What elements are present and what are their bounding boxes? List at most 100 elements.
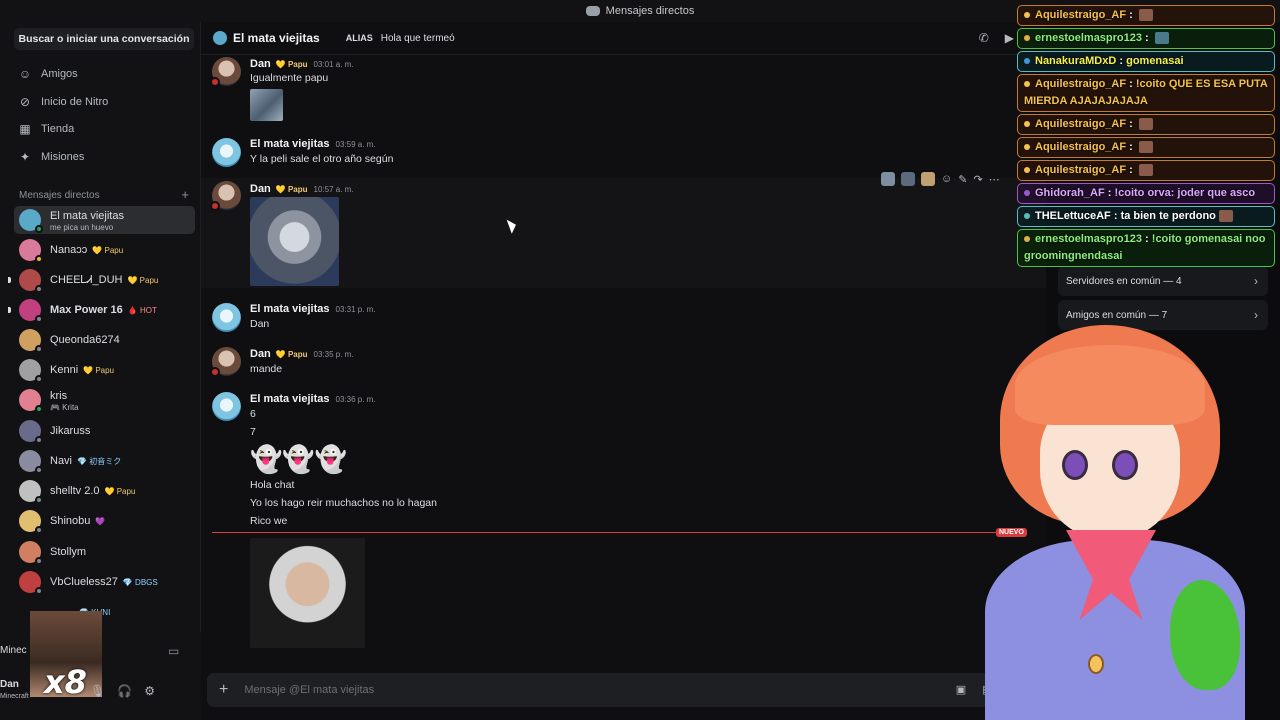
dm-badge: 💛 Papu bbox=[83, 365, 115, 375]
message-avatar[interactable] bbox=[212, 392, 241, 421]
dm-item[interactable]: CHEEᏞᏗ_DUH 💛 Papu bbox=[14, 266, 195, 294]
stream-chat-message: Ghidorah_AF : !coito orva: joder que asc… bbox=[1017, 183, 1275, 204]
cat-gif-image[interactable] bbox=[250, 197, 339, 286]
dm-name: Shinobu bbox=[50, 515, 91, 527]
stream-chat-message: ernestoelmaspro123 : !coito gomenasai no… bbox=[1017, 229, 1275, 267]
nav-nitro-label: Inicio de Nitro bbox=[41, 96, 109, 108]
emote-image bbox=[1138, 164, 1153, 177]
message-timestamp: 10:57 a. m. bbox=[313, 184, 354, 194]
ghost-emoji-row: 👻👻👻 bbox=[250, 444, 348, 474]
message-image[interactable] bbox=[250, 89, 283, 121]
chat-header: El mata viejitas ALIAS Hola que termeó ✆… bbox=[201, 22, 1046, 55]
status-dot bbox=[210, 201, 220, 211]
search-conversation-button[interactable]: Buscar o iniciar una conversación bbox=[14, 28, 194, 50]
dm-item[interactable]: Shinobu 💜 bbox=[14, 507, 195, 535]
role-tag: 💛 Papu bbox=[275, 59, 308, 69]
avatar bbox=[19, 359, 43, 383]
mutual-servers-row[interactable]: Servidores en común — 4 › bbox=[1058, 266, 1268, 296]
new-messages-divider bbox=[212, 532, 1026, 533]
vtuber-eye bbox=[1062, 450, 1088, 480]
message-author[interactable]: Dan bbox=[250, 183, 271, 195]
dm-item[interactable]: Kenni 💛 Papu bbox=[14, 356, 195, 384]
message-image[interactable] bbox=[250, 538, 365, 648]
emote-image bbox=[1218, 210, 1233, 223]
message-author[interactable]: Dan bbox=[250, 58, 271, 70]
gift-icon[interactable]: ▣ bbox=[956, 683, 966, 696]
message-author[interactable]: Dan bbox=[250, 348, 271, 360]
meme-text: x8 bbox=[44, 663, 87, 701]
mic-icon[interactable]: 🎙 bbox=[90, 684, 105, 698]
screen-share-icon[interactable]: ▭ bbox=[168, 644, 179, 658]
dm-badge: 💛 Papu bbox=[104, 486, 136, 496]
dm-item[interactable]: Max Power 16 🩸 HOT bbox=[14, 296, 195, 324]
dm-status-text: me pica un huevo bbox=[50, 223, 114, 232]
nav-friends[interactable]: ☺ Amigos bbox=[18, 63, 78, 85]
new-messages-badge: NUEVO bbox=[996, 528, 1027, 537]
message-header: Dan 💛 Papu 03:35 p. m. bbox=[250, 348, 354, 360]
headphones-icon[interactable]: 🎧 bbox=[117, 684, 132, 698]
dm-name: kris bbox=[50, 390, 68, 402]
attach-plus-button[interactable]: + bbox=[219, 681, 228, 699]
dm-name: VbClueless27 bbox=[50, 576, 118, 588]
dm-badge: 💛 Papu bbox=[127, 275, 159, 285]
chevron-right-icon: › bbox=[1254, 308, 1258, 322]
message-header: El mata viejitas 03:31 p. m. bbox=[250, 303, 376, 315]
emote-image bbox=[1138, 141, 1153, 154]
edit-icon[interactable]: ✎ bbox=[958, 173, 967, 186]
dm-name: Navi bbox=[50, 455, 73, 467]
dm-item[interactable]: Nanaↄↄ 💛 Papu bbox=[14, 236, 195, 264]
voice-call-icon[interactable]: ✆ bbox=[979, 31, 989, 45]
avatar bbox=[19, 541, 43, 565]
message-text: 7 bbox=[250, 426, 256, 438]
dm-badge: 💛 Papu bbox=[92, 245, 124, 255]
dm-item[interactable]: Jikaruss bbox=[14, 417, 195, 445]
forward-icon[interactable]: ↷ bbox=[973, 173, 982, 186]
message-timestamp: 03:36 p. m. bbox=[335, 394, 376, 404]
reaction-emoji[interactable] bbox=[881, 172, 895, 186]
emote-image bbox=[1138, 9, 1153, 22]
message-text: Dan bbox=[250, 318, 270, 330]
message-actions-bar: ☺ ✎ ↷ ⋯ bbox=[881, 172, 1000, 186]
dm-item-el-mata-viejitas[interactable]: El mata viejitas me pica un huevo bbox=[14, 206, 195, 234]
dm-name: Queonda6274 bbox=[50, 334, 120, 346]
dm-badge: 💎 初音ミク bbox=[77, 456, 122, 466]
message-text: 6 bbox=[250, 408, 256, 420]
message-avatar[interactable] bbox=[212, 138, 241, 167]
dm-item[interactable]: Queonda6274 bbox=[14, 326, 195, 354]
message-timestamp: 03:35 p. m. bbox=[313, 349, 354, 359]
avatar bbox=[19, 269, 43, 293]
message-text: Hola chat bbox=[250, 479, 295, 491]
add-reaction-icon[interactable]: ☺ bbox=[941, 173, 952, 185]
dm-item[interactable]: shelltv 2.0 💛 Papu bbox=[14, 477, 195, 505]
dm-item[interactable]: Stollym bbox=[14, 538, 195, 566]
nav-quests[interactable]: ✦ Misiones bbox=[18, 146, 84, 168]
header-actions: ✆ ▶ bbox=[979, 31, 1014, 45]
nav-nitro[interactable]: ⊘ Inicio de Nitro bbox=[18, 91, 108, 113]
reaction-emoji[interactable] bbox=[921, 172, 935, 186]
video-call-icon[interactable]: ▶ bbox=[1005, 31, 1014, 45]
stream-chat-message: Aquilestraigo_AF : bbox=[1017, 137, 1275, 158]
dm-badge: 🩸 HOT bbox=[127, 305, 157, 315]
alias-value: Hola que termeó bbox=[380, 32, 455, 44]
settings-gear-icon[interactable]: ⚙ bbox=[144, 684, 155, 698]
dm-item[interactable]: VbClueless27 💎 DBGS bbox=[14, 568, 195, 596]
dm-item[interactable]: kris 🎮 Krita bbox=[14, 386, 195, 414]
dm-header-label: Mensajes directos bbox=[19, 190, 100, 201]
add-dm-button[interactable]: + bbox=[181, 188, 189, 201]
message-input[interactable] bbox=[244, 684, 805, 696]
message-author[interactable]: El mata viejitas bbox=[250, 138, 330, 150]
reaction-emoji[interactable] bbox=[901, 172, 915, 186]
message-header: Dan 💛 Papu 10:57 a. m. bbox=[250, 183, 354, 195]
emote-image bbox=[1138, 118, 1153, 131]
message-author[interactable]: El mata viejitas bbox=[250, 303, 330, 315]
message-avatar[interactable] bbox=[212, 303, 241, 332]
dm-badge: 💎 DBGS bbox=[122, 577, 158, 587]
role-tag: 💛 Papu bbox=[275, 184, 308, 194]
nav-shop[interactable]: ▦ Tienda bbox=[18, 118, 74, 140]
stream-chat-message: Aquilestraigo_AF : bbox=[1017, 114, 1275, 135]
activity-label: Minec bbox=[0, 645, 27, 656]
message-author[interactable]: El mata viejitas bbox=[250, 393, 330, 405]
dm-item[interactable]: Navi 💎 初音ミク bbox=[14, 447, 195, 475]
avatar bbox=[19, 329, 43, 353]
more-options-icon[interactable]: ⋯ bbox=[989, 173, 1000, 186]
